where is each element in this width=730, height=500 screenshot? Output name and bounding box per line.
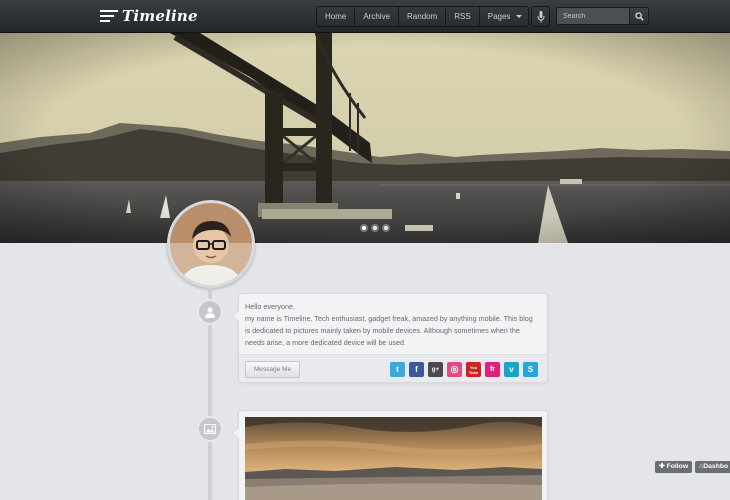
about-line: is dedicated to pictures mainly taken by… bbox=[245, 326, 520, 335]
user-icon bbox=[205, 307, 215, 318]
site-logo[interactable]: Timeline bbox=[100, 6, 198, 26]
slider-dots bbox=[360, 224, 390, 232]
nav-pages-label: Pages bbox=[487, 12, 511, 21]
logo-text: Timeline bbox=[122, 7, 198, 25]
timeline-marker-photo bbox=[197, 416, 223, 442]
tumblr-controls: ✚ Follow ⌂Dashbo bbox=[655, 461, 730, 473]
youtube-icon[interactable]: You Tube bbox=[466, 362, 481, 377]
search-button[interactable] bbox=[629, 7, 649, 25]
plus-icon: ✚ bbox=[659, 463, 667, 470]
timeline-marker-about bbox=[197, 299, 223, 325]
nav-pages[interactable]: Pages bbox=[480, 7, 529, 26]
image-icon bbox=[204, 424, 216, 434]
nav-random[interactable]: Random bbox=[399, 7, 447, 26]
dashboard-label: Dashbo bbox=[703, 463, 729, 470]
nav-rss[interactable]: RSS bbox=[446, 7, 480, 26]
dashboard-button[interactable]: ⌂Dashbo bbox=[695, 461, 730, 473]
top-bar: Timeline Home Archive Random RSS Pages bbox=[0, 0, 730, 33]
about-card: Hello everyone, my name is Timeline. Tec… bbox=[232, 293, 548, 383]
facebook-icon[interactable]: f bbox=[409, 362, 424, 377]
post-photo[interactable] bbox=[245, 417, 542, 500]
follow-button[interactable]: ✚ Follow bbox=[655, 461, 693, 473]
search-icon bbox=[634, 11, 644, 21]
about-line: my name is Timeline. Tech enthusiast, ga… bbox=[245, 314, 533, 323]
skype-icon[interactable]: S bbox=[523, 362, 538, 377]
avatar[interactable] bbox=[167, 200, 255, 288]
nav-home[interactable]: Home bbox=[317, 7, 356, 26]
photo-post-card bbox=[232, 410, 548, 500]
slider-dot[interactable] bbox=[371, 224, 379, 232]
about-card-footer: Message Me t f g+ ◎ You Tube fr v S bbox=[239, 354, 547, 382]
slider-dot[interactable] bbox=[360, 224, 368, 232]
social-links: t f g+ ◎ You Tube fr v S bbox=[390, 362, 538, 377]
dribbble-icon[interactable]: ◎ bbox=[447, 362, 462, 377]
twitter-icon[interactable]: t bbox=[390, 362, 405, 377]
nav-archive[interactable]: Archive bbox=[355, 7, 400, 26]
follow-label: Follow bbox=[666, 463, 689, 470]
about-text: Hello everyone, my name is Timeline. Tec… bbox=[239, 294, 547, 349]
about-line: Hello everyone, bbox=[245, 302, 295, 311]
main-nav: Home Archive Random RSS Pages bbox=[316, 6, 530, 27]
bridge-photo bbox=[0, 33, 730, 243]
chevron-down-icon bbox=[516, 15, 523, 19]
search-input[interactable] bbox=[556, 7, 630, 25]
message-me-button[interactable]: Message Me bbox=[245, 361, 300, 378]
logo-lines-icon bbox=[100, 10, 118, 22]
microphone-icon bbox=[537, 10, 544, 22]
flickr-icon[interactable]: fr bbox=[485, 362, 500, 377]
about-line: needs arise, a more dedicated device wil… bbox=[245, 338, 407, 347]
card-pointer bbox=[232, 427, 239, 439]
google-plus-icon[interactable]: g+ bbox=[428, 362, 443, 377]
card-pointer bbox=[232, 310, 239, 322]
profile-photo bbox=[170, 203, 252, 285]
hero-banner bbox=[0, 33, 730, 243]
slider-dot[interactable] bbox=[382, 224, 390, 232]
audio-button[interactable] bbox=[531, 6, 550, 27]
vimeo-icon[interactable]: v bbox=[504, 362, 519, 377]
